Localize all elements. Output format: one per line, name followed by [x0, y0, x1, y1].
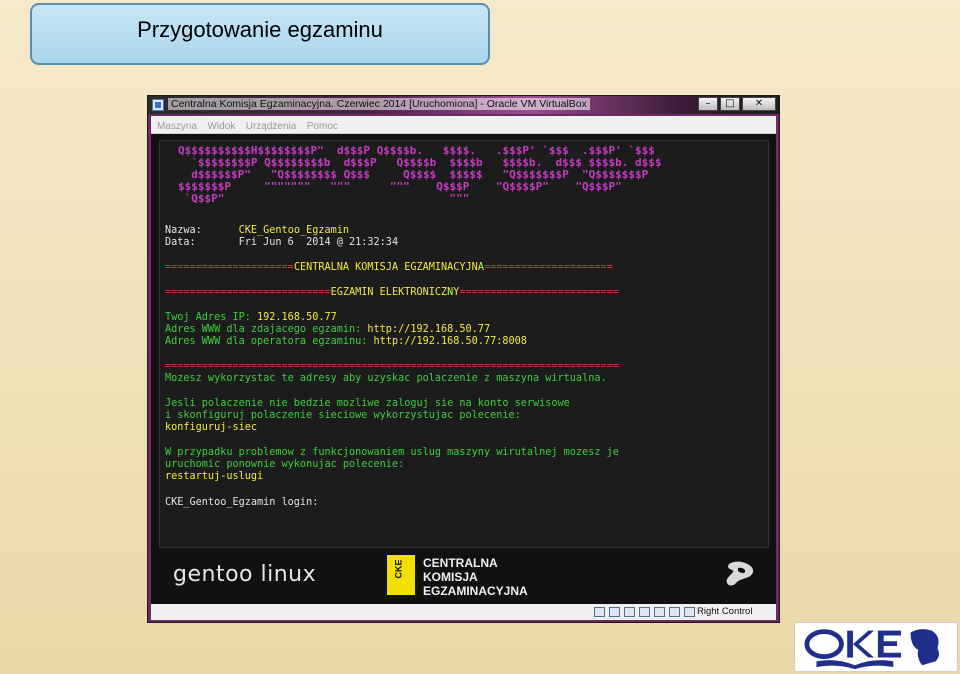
hdd-icon[interactable] [594, 607, 605, 617]
message-restart-2: uruchomic ponownie wykonujac polecenie: [165, 459, 405, 470]
command-konfiguruj-siec: konfiguruj-siec [165, 422, 258, 433]
host-key-label: Right Control [697, 606, 753, 617]
command-restartuj-uslugi: restartuj-uslugi [165, 471, 264, 482]
usb-icon[interactable] [624, 607, 635, 617]
message-service-2: i skonfiguruj polaczenie sieciowe wykorz… [165, 410, 521, 421]
close-button[interactable]: ✕ [742, 97, 776, 111]
ip-line: Twoj Adres IP: 192.168.50.77 [165, 312, 337, 323]
menu-urzadzenia[interactable]: Urządzenia [246, 121, 297, 132]
oke-logo-icon [794, 622, 958, 672]
separator-cke: =====================CENTRALNA KOMISJA E… [165, 262, 613, 273]
menu-widok[interactable]: Widok [207, 121, 235, 132]
separator-plain: ========================================… [165, 361, 619, 372]
host-key-icon [684, 607, 695, 617]
date-line: Data: Fri Jun 6 2014 @ 21:32:34 [165, 237, 399, 248]
network-icon[interactable] [639, 607, 650, 617]
slide-title-box: Przygotowanie egzaminu [30, 3, 490, 65]
cke-name: CENTRALNA KOMISJA EGZAMINACYJNA [423, 556, 528, 598]
name-line: Nazwa: CKE_Gentoo_Egzamin [165, 225, 350, 236]
maximize-button[interactable]: □ [720, 97, 740, 111]
gentoo-logo-icon [726, 561, 754, 586]
www-operator-line: Adres WWW dla operatora egzaminu: http:/… [165, 336, 527, 347]
boot-splash-footer: gentoo linux CENTRALNA KOMISJA EGZAMINAC… [151, 550, 776, 604]
menubar: Maszyna Widok Urządzenia Pomoc [151, 116, 776, 134]
statusbar: Right Control [151, 604, 776, 620]
cke-logo-icon [387, 555, 415, 595]
message-restart-1: W przypadku problemow z funkcjonowaniem … [165, 447, 619, 458]
slide-title: Przygotowanie egzaminu [137, 17, 383, 42]
vm-display[interactable]: Q$$$$$$$$$$H$$$$$$$$P" d$$$P Q$$$$b. $$$… [151, 134, 776, 604]
vm-console[interactable]: Q$$$$$$$$$$H$$$$$$$$P" d$$$P Q$$$$b. $$$… [159, 140, 769, 548]
shared-folder-icon[interactable] [654, 607, 665, 617]
message-connect: Mozesz wykorzystac te adresy aby uzyskac… [165, 373, 607, 384]
minimize-button[interactable]: – [698, 97, 718, 111]
menu-maszyna[interactable]: Maszyna [157, 121, 197, 132]
capture-icon[interactable] [669, 607, 680, 617]
optical-drive-icon[interactable] [609, 607, 620, 617]
menu-pomoc[interactable]: Pomoc [307, 121, 338, 132]
www-line: Adres WWW dla zdajacego egzamin: http://… [165, 324, 491, 335]
message-service-1: Jesli polaczenie nie bedzie mozliwe zalo… [165, 398, 570, 409]
window-titlebar[interactable]: Centralna Komisja Egzaminacyjna. Czerwie… [148, 96, 779, 114]
login-prompt[interactable]: CKE_Gentoo_Egzamin login: [165, 497, 318, 509]
virtualbox-window[interactable]: Centralna Komisja Egzaminacyjna. Czerwie… [147, 95, 780, 623]
window-title: Centralna Komisja Egzaminacyjna. Czerwie… [168, 98, 590, 110]
ascii-banner: Q$$$$$$$$$$H$$$$$$$$P" d$$$P Q$$$$b. $$$… [178, 144, 662, 205]
gentoo-linux-label: gentoo linux [173, 562, 317, 587]
virtualbox-app-icon [152, 99, 164, 111]
separator-exam: ===========================EGZAMIN ELEKT… [165, 287, 619, 298]
